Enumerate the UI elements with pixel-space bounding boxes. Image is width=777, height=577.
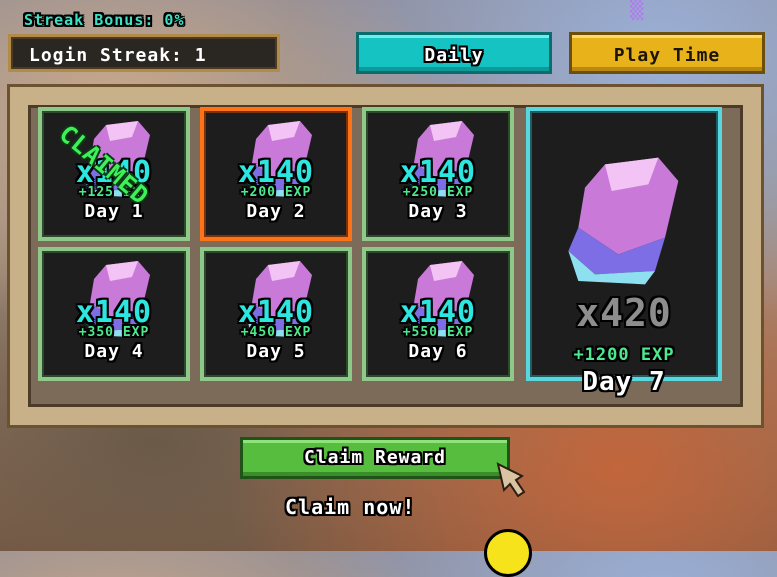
- reward-exp: +550 EXP: [402, 325, 474, 340]
- reward-day-label: Day 2: [246, 201, 306, 222]
- coin-icon: [484, 529, 532, 577]
- reward-amount: x420: [576, 291, 672, 335]
- reward-day-label: Day 5: [246, 341, 306, 362]
- claim-hint-text: Claim now!: [285, 495, 416, 519]
- reward-day-label: Day 7: [582, 367, 666, 397]
- claim-reward-button[interactable]: Claim Reward: [240, 437, 510, 479]
- reward-cell-day-3[interactable]: x140 +250 EXP Day 3: [362, 107, 514, 241]
- tab-daily[interactable]: Daily: [356, 32, 552, 74]
- reward-cell-day-5[interactable]: x140 +450 EXP Day 5: [200, 247, 352, 381]
- reward-day-label: Day 6: [408, 341, 468, 362]
- reward-cell-day-1[interactable]: x140 +125 EXP Day 1 CLAIMED: [38, 107, 190, 241]
- login-streak-panel: Login Streak: 1: [8, 34, 280, 72]
- reward-exp: +350 EXP: [78, 325, 150, 340]
- reward-cell-day-2[interactable]: x140 +200 EXP Day 2: [200, 107, 352, 241]
- reward-exp: +450 EXP: [240, 325, 312, 340]
- reward-exp: +200 EXP: [240, 185, 312, 200]
- streak-bonus-label: Streak Bonus: 0%: [24, 11, 185, 29]
- crystal-gem-icon: [568, 157, 679, 285]
- reward-day-label: Day 4: [84, 341, 144, 362]
- reward-day-label: Day 1: [84, 201, 144, 222]
- login-streak-label: Login Streak: 1: [29, 45, 207, 66]
- reward-exp: +1200 EXP: [573, 345, 675, 365]
- daily-rewards-board: x140 +125 EXP Day 1 CLAIMED x140 +200 EX…: [7, 84, 764, 428]
- reward-cell-day-4[interactable]: x140 +350 EXP Day 4: [38, 247, 190, 381]
- reward-cell-day-7[interactable]: x420 +1200 EXP Day 7: [526, 107, 722, 397]
- reward-day-label: Day 3: [408, 201, 468, 222]
- pointer-cursor-icon: [496, 462, 526, 498]
- reward-exp: +250 EXP: [402, 185, 474, 200]
- tab-play-time[interactable]: Play Time: [569, 32, 765, 74]
- decorative-glyph-icon: ▒: [630, 0, 644, 21]
- reward-cell-day-6[interactable]: x140 +550 EXP Day 6: [362, 247, 514, 381]
